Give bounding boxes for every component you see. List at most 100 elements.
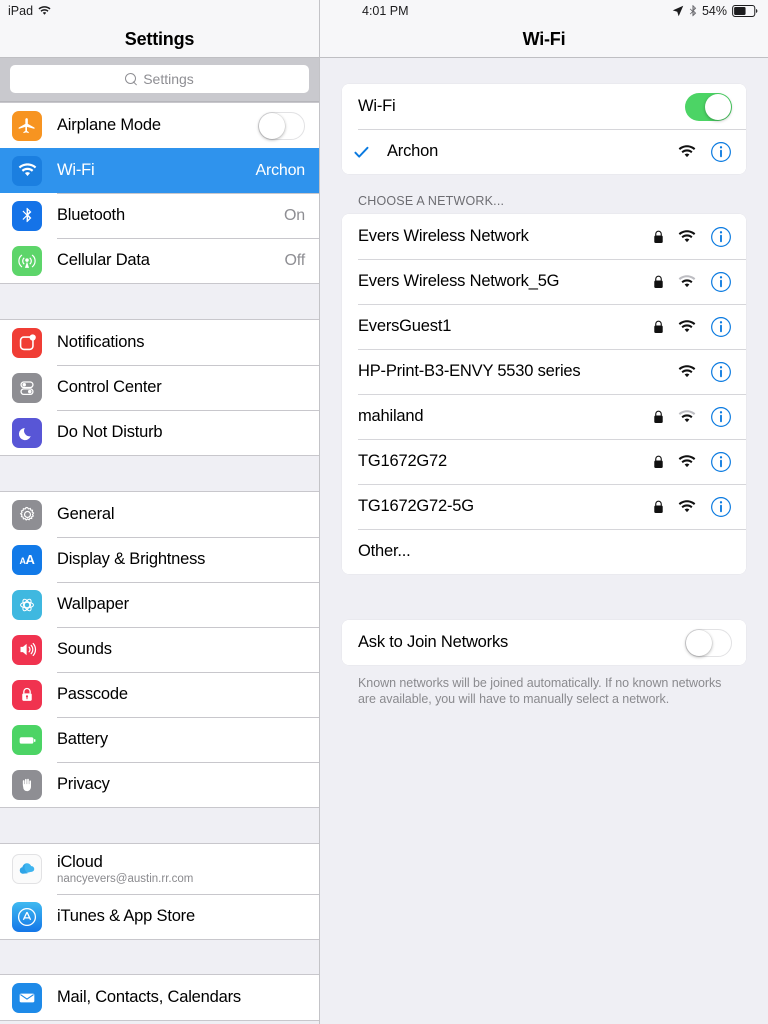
icloud-icon [12, 854, 42, 884]
sidebar-item-passcode[interactable]: Passcode [0, 672, 319, 717]
info-icon[interactable] [710, 226, 732, 248]
display-brightness-icon: AA [12, 544, 42, 575]
info-icon[interactable] [710, 406, 732, 428]
wifi-detail-pane: 4:01 PM 54% Wi-Fi Wi-Fi Archon CHOOSE A … [320, 0, 768, 1024]
sidebar-item-battery[interactable]: Battery [0, 717, 319, 762]
lock-icon [653, 410, 664, 424]
sidebar-item-label: Control Center [57, 378, 162, 396]
sidebar-item-do-not-disturb[interactable]: Do Not Disturb [0, 410, 319, 455]
location-arrow-icon [672, 5, 684, 17]
sidebar-item-label: Passcode [57, 685, 128, 703]
info-icon[interactable] [710, 316, 732, 338]
ask-to-join-footnote: Known networks will be joined automatica… [358, 676, 722, 706]
network-row[interactable]: EversGuest1 [342, 304, 746, 349]
network-row[interactable]: Evers Wireless Network_5G [342, 259, 746, 304]
search-input[interactable]: Settings [10, 65, 309, 93]
connected-network-row[interactable]: Archon [342, 129, 746, 174]
wifi-signal-icon [678, 144, 696, 159]
sidebar-item-icloud[interactable]: iCloud nancyevers@austin.rr.com [0, 844, 319, 894]
wifi-signal-icon [678, 229, 696, 244]
sidebar-item-label: Wi-Fi [57, 161, 95, 179]
sidebar-status-bar: iPad [0, 0, 319, 22]
sidebar-item-cellular-data[interactable]: Cellular Data Off [0, 238, 319, 283]
sidebar-item-sounds[interactable]: Sounds [0, 627, 319, 672]
row-accessories [653, 226, 732, 248]
sidebar-group-mail: Mail, Contacts, Calendars [0, 974, 319, 1021]
app-store-icon [12, 901, 42, 932]
hand-icon [12, 769, 42, 800]
sidebar-item-value: On [284, 206, 305, 224]
info-icon[interactable] [710, 141, 732, 163]
sidebar-item-label: Sounds [57, 640, 112, 658]
wifi-icon [38, 6, 51, 16]
sidebar-item-label: Mail, Contacts, Calendars [57, 988, 241, 1006]
info-icon[interactable] [710, 451, 732, 473]
row-accessories [653, 451, 732, 473]
wifi-status-card: Wi-Fi Archon [342, 84, 746, 174]
network-row[interactable]: mahiland [342, 394, 746, 439]
wifi-toggle-row[interactable]: Wi-Fi [342, 84, 746, 129]
row-accessories [653, 496, 732, 518]
ask-to-join-toggle[interactable] [685, 628, 732, 657]
network-row[interactable]: HP-Print-B3-ENVY 5530 series [342, 349, 746, 394]
connected-network-name: Archon [387, 142, 439, 160]
airplane-mode-toggle[interactable] [258, 111, 305, 140]
group-separator [0, 808, 319, 843]
network-name: HP-Print-B3-ENVY 5530 series [358, 362, 581, 380]
info-icon[interactable] [710, 271, 732, 293]
sidebar-item-bluetooth[interactable]: Bluetooth On [0, 193, 319, 238]
sidebar-list[interactable]: Airplane Mode Wi-Fi Archon Bluetooth On [0, 102, 319, 1024]
detail-title: Wi-Fi [522, 29, 566, 49]
sidebar-item-label: Wallpaper [57, 595, 129, 613]
detail-navbar: Wi-Fi [320, 22, 768, 58]
sidebar-group-notifications: Notifications Control Center Do Not Dist… [0, 319, 319, 456]
gear-icon [12, 499, 42, 530]
network-list-card: Evers Wireless Network Evers Wireless Ne… [342, 214, 746, 574]
sidebar-item-display-brightness[interactable]: AA Display & Brightness [0, 537, 319, 582]
page-title: Settings [124, 29, 195, 49]
wallpaper-icon [12, 589, 42, 620]
row-accessories [678, 141, 732, 163]
wifi-toggle[interactable] [685, 92, 732, 121]
row-accessories [653, 316, 732, 338]
network-row[interactable]: Evers Wireless Network [342, 214, 746, 259]
top-spacer [342, 58, 746, 84]
sidebar-item-label: General [57, 505, 115, 523]
sidebar-item-itunes-app-store[interactable]: iTunes & App Store [0, 894, 319, 939]
sidebar-item-label: Bluetooth [57, 206, 125, 224]
notifications-icon [12, 327, 42, 358]
wifi-signal-icon [678, 499, 696, 514]
sidebar-item-mail-contacts-calendars[interactable]: Mail, Contacts, Calendars [0, 975, 319, 1020]
sidebar-item-airplane-mode[interactable]: Airplane Mode [0, 103, 319, 148]
status-indicators: 54% [672, 4, 758, 18]
sidebar-item-label: Cellular Data [57, 251, 150, 269]
battery-icon [732, 5, 758, 17]
info-icon[interactable] [710, 496, 732, 518]
other-network-row[interactable]: Other... [342, 529, 746, 574]
ask-to-join-row[interactable]: Ask to Join Networks [342, 620, 746, 665]
cellular-icon [12, 245, 42, 276]
network-name: Evers Wireless Network [358, 227, 529, 245]
lock-icon [653, 230, 664, 244]
network-row[interactable]: TG1672G72 [342, 439, 746, 484]
sidebar-item-notifications[interactable]: Notifications [0, 320, 319, 365]
search-icon [125, 73, 137, 85]
network-row[interactable]: TG1672G72-5G [342, 484, 746, 529]
info-icon[interactable] [710, 361, 732, 383]
lock-icon [653, 320, 664, 334]
sidebar-item-wifi[interactable]: Wi-Fi Archon [0, 148, 319, 193]
moon-icon [12, 417, 42, 448]
row-accessories [653, 406, 732, 428]
sidebar-item-label: iCloud [57, 853, 103, 871]
sidebar-item-general[interactable]: General [0, 492, 319, 537]
sidebar-item-wallpaper[interactable]: Wallpaper [0, 582, 319, 627]
sidebar-item-value: Off [284, 251, 306, 269]
battery-percent-label: 54% [701, 4, 727, 18]
sidebar-item-privacy[interactable]: Privacy [0, 762, 319, 807]
detail-status-bar: 4:01 PM 54% [320, 0, 768, 22]
sidebar-item-control-center[interactable]: Control Center [0, 365, 319, 410]
mail-icon [12, 982, 42, 1013]
detail-body: Wi-Fi Archon CHOOSE A NETWORK... Evers W… [320, 58, 768, 1024]
wifi-toggle-label: Wi-Fi [358, 97, 396, 115]
wifi-signal-icon [678, 364, 696, 379]
